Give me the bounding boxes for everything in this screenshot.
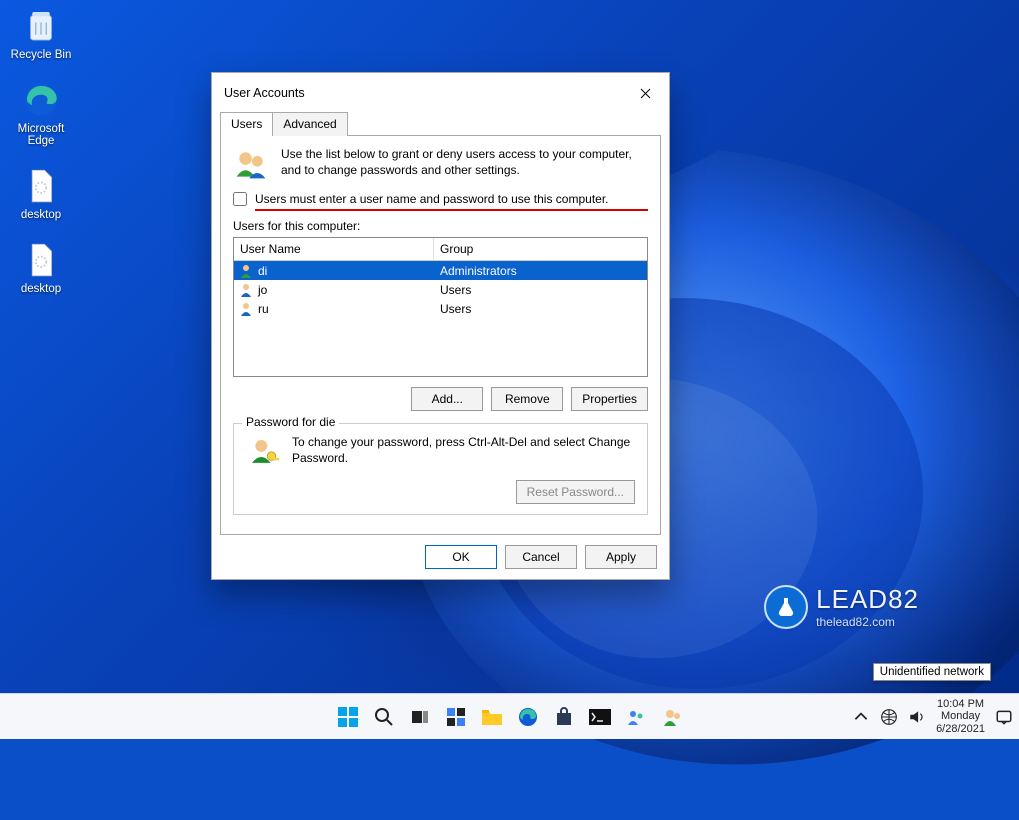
cell-group: Users [434, 302, 647, 316]
desktop-icon-label: Microsoft Edge [5, 123, 77, 147]
tab-panel-users: Use the list below to grant or deny user… [220, 135, 661, 535]
desktop-icon-label: desktop [21, 283, 61, 295]
windows-icon [337, 706, 359, 728]
tab-users[interactable]: Users [220, 112, 273, 136]
desktop-icon-label: Recycle Bin [11, 49, 72, 61]
network-tooltip: Unidentified network [873, 663, 991, 681]
user-icon [238, 282, 254, 298]
user-icon [238, 301, 254, 317]
cell-username: jo [258, 283, 434, 297]
password-text: To change your password, press Ctrl-Alt-… [292, 434, 635, 466]
search-icon [374, 707, 394, 727]
chevron-up-icon[interactable] [852, 708, 870, 726]
list-header: User Name Group [234, 238, 647, 261]
folder-icon [481, 707, 503, 727]
close-button[interactable] [633, 81, 657, 105]
widgets-icon [446, 707, 466, 727]
must-login-checkbox[interactable] [233, 192, 247, 206]
desktop-icon-file-2[interactable]: desktop [5, 239, 77, 295]
add-button[interactable]: Add... [411, 387, 483, 411]
settings-taskbar-button[interactable] [622, 703, 650, 731]
logo-sub: thelead82.com [816, 615, 919, 629]
search-button[interactable] [370, 703, 398, 731]
edge-icon [518, 707, 538, 727]
flask-icon [764, 585, 808, 629]
taskbar: 10:04 PM Monday 6/28/2021 [0, 693, 1019, 739]
task-view-button[interactable] [406, 703, 434, 731]
cell-group: Users [434, 283, 647, 297]
store-icon [554, 707, 574, 727]
users-icon [233, 146, 269, 182]
terminal-icon [589, 709, 611, 725]
password-groupbox: Password for die To change your password… [233, 423, 648, 515]
desktop-icon-label: desktop [21, 209, 61, 221]
dialog-footer: OK Cancel Apply [212, 535, 669, 579]
col-header-username[interactable]: User Name [234, 238, 434, 260]
file-icon [20, 165, 62, 207]
cancel-button[interactable]: Cancel [505, 545, 577, 569]
desktop-icon-recycle-bin[interactable]: Recycle Bin [5, 5, 77, 61]
tray-day: Monday [936, 710, 985, 723]
users-list-label: Users for this computer: [233, 219, 648, 233]
properties-button[interactable]: Properties [571, 387, 648, 411]
dialog-titlebar[interactable]: User Accounts [212, 73, 669, 111]
list-row[interactable]: jo Users [234, 280, 647, 299]
notifications-icon[interactable] [995, 708, 1013, 726]
people-icon [626, 707, 646, 727]
users-listview[interactable]: User Name Group di Administrators jo Use… [233, 237, 648, 377]
tab-advanced[interactable]: Advanced [272, 112, 347, 136]
volume-icon[interactable] [908, 708, 926, 726]
desktop-icon-file-1[interactable]: desktop [5, 165, 77, 221]
tray-clock[interactable]: 10:04 PM Monday 6/28/2021 [936, 698, 985, 736]
password-legend: Password for die [242, 415, 339, 429]
reset-password-button[interactable]: Reset Password... [516, 480, 635, 504]
key-user-icon [246, 434, 280, 468]
users-icon [662, 707, 682, 727]
cell-username: di [258, 264, 434, 278]
network-icon[interactable] [880, 708, 898, 726]
watermark-logo: LEAD82 thelead82.com [764, 584, 919, 629]
dialog-title: User Accounts [224, 86, 305, 100]
cell-username: ru [258, 302, 434, 316]
tray-date: 6/28/2021 [936, 723, 985, 736]
tray-time: 10:04 PM [936, 698, 985, 711]
list-row[interactable]: di Administrators [234, 261, 647, 280]
recycle-bin-icon [20, 5, 62, 47]
file-explorer-button[interactable] [478, 703, 506, 731]
user-accounts-dialog: User Accounts Users Advanced Use the lis… [211, 72, 670, 580]
store-button[interactable] [550, 703, 578, 731]
file-icon [20, 239, 62, 281]
desktop-icon-edge[interactable]: Microsoft Edge [5, 79, 77, 147]
edge-icon [20, 79, 62, 121]
user-accounts-taskbar-button[interactable] [658, 703, 686, 731]
ok-button[interactable]: OK [425, 545, 497, 569]
logo-name: LEAD82 [816, 584, 919, 615]
taskbar-center [334, 703, 686, 731]
user-icon [238, 263, 254, 279]
col-header-group[interactable]: Group [434, 238, 647, 260]
must-login-checkbox-row[interactable]: Users must enter a user name and passwor… [233, 192, 648, 206]
edge-taskbar-button[interactable] [514, 703, 542, 731]
start-button[interactable] [334, 703, 362, 731]
dialog-tabs: Users Advanced [212, 111, 669, 135]
terminal-button[interactable] [586, 703, 614, 731]
apply-button[interactable]: Apply [585, 545, 657, 569]
intro-text: Use the list below to grant or deny user… [281, 146, 648, 182]
list-row[interactable]: ru Users [234, 299, 647, 318]
close-icon [640, 88, 651, 99]
system-tray: 10:04 PM Monday 6/28/2021 [852, 694, 1013, 740]
widgets-button[interactable] [442, 703, 470, 731]
highlight-underline [255, 209, 648, 211]
cell-group: Administrators [434, 264, 647, 278]
must-login-label: Users must enter a user name and passwor… [255, 192, 609, 206]
remove-button[interactable]: Remove [491, 387, 563, 411]
task-view-icon [410, 707, 430, 727]
